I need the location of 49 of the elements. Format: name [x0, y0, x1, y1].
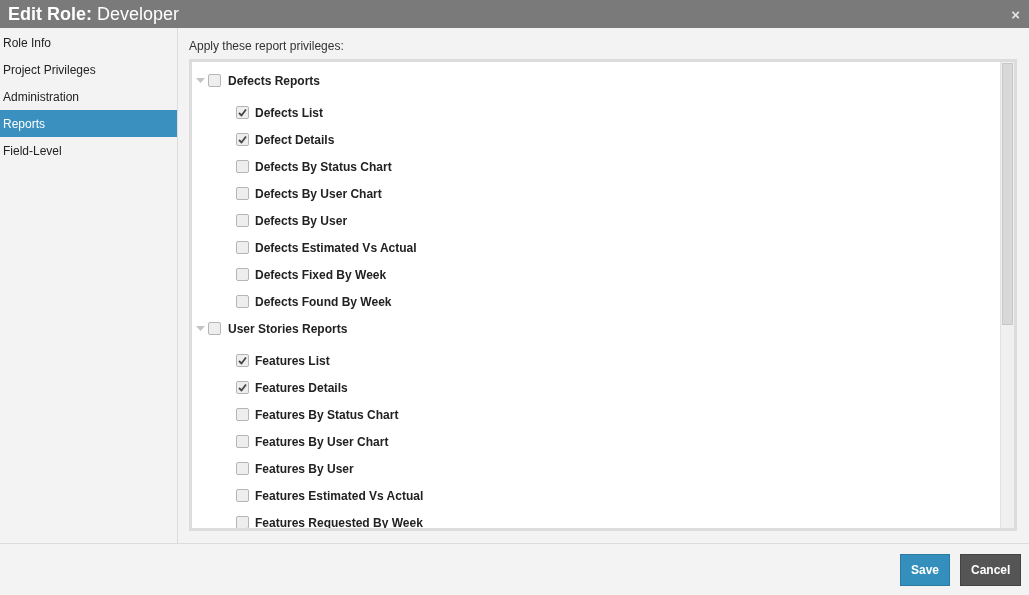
report-label: Features List [255, 352, 330, 370]
checkbox[interactable] [236, 187, 249, 200]
checkbox[interactable] [236, 106, 249, 119]
cancel-button[interactable]: Cancel [960, 553, 1021, 586]
report-label: Defects By User [255, 212, 348, 230]
checkbox[interactable] [236, 160, 249, 173]
sidebar-item[interactable]: Role Info [0, 29, 177, 56]
report-label: Defects Fixed By Week [255, 266, 387, 284]
sidebar-item[interactable]: Administration [0, 83, 177, 110]
checkbox[interactable] [236, 241, 249, 254]
report-label: Defects Found By Week [255, 293, 392, 311]
sidebar-item[interactable]: Project Privileges [0, 56, 177, 83]
report-label: Features Estimated Vs Actual [255, 487, 424, 505]
report-label: Defects Estimated Vs Actual [255, 239, 417, 257]
report-label: Features By Status Chart [255, 406, 399, 424]
checkmark-icon [238, 383, 247, 392]
report-label: Features By User Chart [255, 433, 389, 451]
report-label: Defects By Status Chart [255, 158, 392, 176]
checkbox[interactable] [236, 268, 249, 281]
report-label: Defect Details [255, 131, 335, 149]
checkmark-icon [238, 356, 247, 365]
window-title: Edit Role: Developer [8, 2, 180, 26]
checkbox[interactable] [236, 133, 249, 146]
checkbox[interactable] [236, 295, 249, 308]
expand-toggle-icon[interactable] [196, 325, 205, 332]
checkbox[interactable] [236, 462, 249, 475]
checkbox[interactable] [236, 489, 249, 502]
checkbox[interactable] [208, 74, 221, 87]
scrollbar-thumb[interactable] [1002, 63, 1013, 325]
checkbox[interactable] [236, 435, 249, 448]
report-label: Features Details [255, 379, 348, 397]
sidebar-item[interactable]: Field-Level [0, 137, 177, 164]
checkmark-icon [238, 135, 247, 144]
report-label: Features By User [255, 460, 354, 478]
group-label: User Stories Reports [228, 320, 348, 338]
checkmark-icon [238, 108, 247, 117]
checkbox[interactable] [236, 214, 249, 227]
sidebar-item[interactable]: Reports [0, 110, 177, 137]
expand-toggle-icon[interactable] [196, 77, 205, 84]
checkbox[interactable] [236, 354, 249, 367]
report-label: Defects By User Chart [255, 185, 382, 203]
checkbox[interactable] [236, 408, 249, 421]
save-button[interactable]: Save [900, 553, 950, 586]
group-label: Defects Reports [228, 72, 321, 90]
report-label: Defects List [255, 104, 324, 122]
checkbox[interactable] [236, 381, 249, 394]
panel-heading: Apply these report privileges: [189, 39, 345, 53]
checkbox[interactable] [236, 516, 249, 528]
checkbox[interactable] [208, 322, 221, 335]
